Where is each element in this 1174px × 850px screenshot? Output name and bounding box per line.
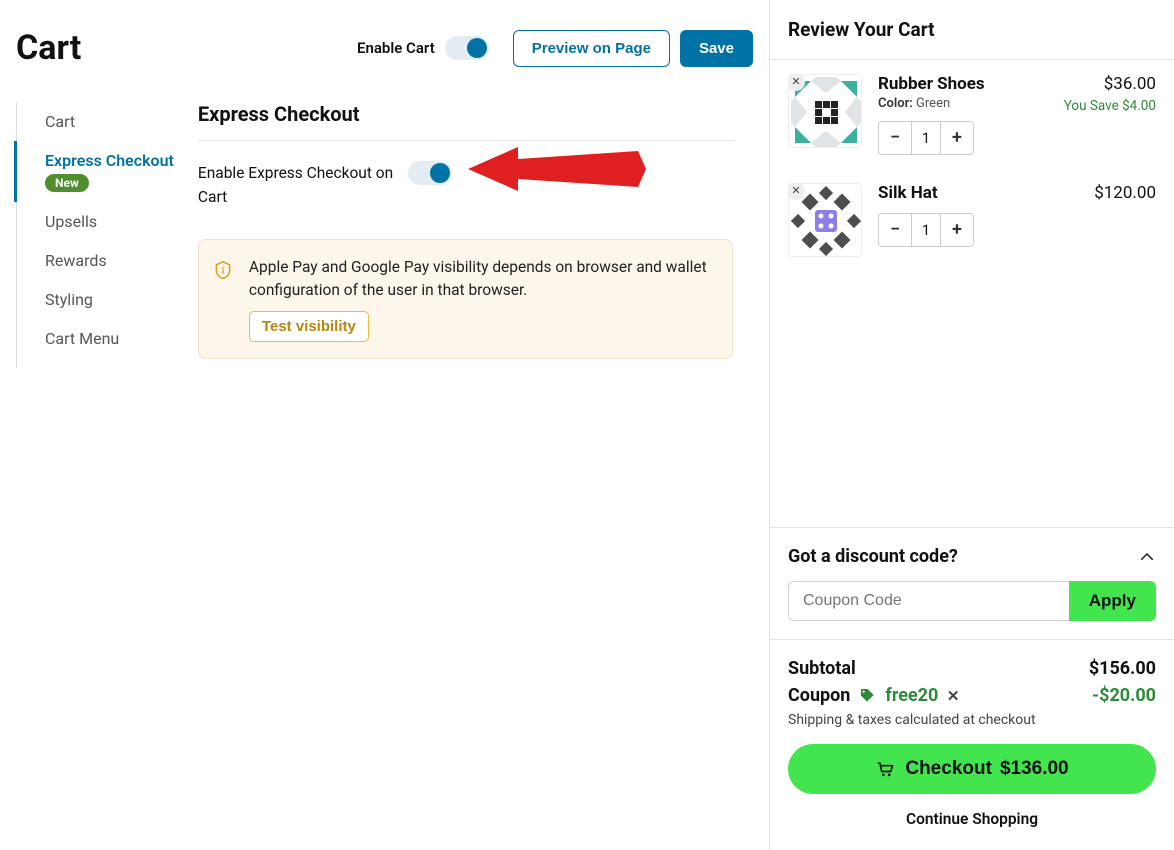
enable-express-checkout-toggle[interactable]	[408, 161, 452, 185]
apply-coupon-button[interactable]: Apply	[1069, 581, 1156, 621]
review-cart-title: Review Your Cart	[770, 0, 1174, 60]
item-thumbnail: ✕	[788, 183, 862, 257]
cart-icon	[875, 759, 895, 779]
quantity-control: − 1 +	[878, 121, 974, 155]
page-title: Cart	[16, 28, 357, 68]
tag-icon	[859, 687, 875, 703]
shipping-note: Shipping & taxes calculated at checkout	[788, 712, 1156, 728]
item-price: $36.00	[1056, 74, 1156, 94]
quantity-increase-button[interactable]: +	[941, 122, 973, 154]
sidebar-item-styling[interactable]: Styling	[14, 280, 174, 319]
visibility-callout: Apple Pay and Google Pay visibility depe…	[198, 239, 733, 359]
test-visibility-button[interactable]: Test visibility	[249, 311, 369, 342]
coupon-discount-value: -$20.00	[1092, 685, 1156, 706]
quantity-increase-button[interactable]: +	[941, 214, 973, 246]
item-meta: Color: Green	[878, 96, 1056, 111]
section-title: Express Checkout	[198, 102, 733, 141]
subtotal-value: $156.00	[1089, 658, 1156, 679]
quantity-decrease-button[interactable]: −	[879, 214, 911, 246]
sidebar-item-express-checkout[interactable]: Express Checkout New	[14, 141, 174, 202]
coupon-code-input[interactable]	[788, 581, 1069, 621]
callout-message: Apple Pay and Google Pay visibility depe…	[249, 256, 716, 301]
shield-icon	[213, 260, 233, 280]
sidebar-item-rewards[interactable]: Rewards	[14, 241, 174, 280]
checkout-button[interactable]: Checkout $136.00	[788, 744, 1156, 794]
item-thumbnail: ✕	[788, 74, 862, 148]
annotation-arrow-icon	[468, 141, 648, 205]
checkout-total: $136.00	[1000, 758, 1069, 780]
item-price: $120.00	[1056, 183, 1156, 203]
subtotal-label: Subtotal	[788, 658, 1089, 679]
sidebar-item-cart[interactable]: Cart	[14, 102, 174, 141]
item-name: Silk Hat	[878, 183, 1056, 203]
enable-cart-label: Enable Cart	[357, 39, 435, 57]
toggle-knob-icon	[430, 163, 450, 183]
cart-item: ✕	[788, 60, 1156, 169]
enable-cart-toggle[interactable]	[445, 36, 489, 60]
quantity-value: 1	[911, 122, 941, 154]
preview-on-page-button[interactable]: Preview on Page	[513, 30, 670, 67]
continue-shopping-link[interactable]: Continue Shopping	[788, 794, 1156, 832]
sidebar-item-label: Express Checkout	[45, 151, 174, 170]
enable-express-checkout-label: Enable Express Checkout on Cart	[198, 161, 408, 209]
coupon-row-label: Coupon free20 ✕	[788, 685, 1092, 706]
item-name: Rubber Shoes	[878, 74, 1056, 94]
discount-accordion-header[interactable]: Got a discount code?	[770, 528, 1174, 581]
quantity-control: − 1 +	[878, 213, 974, 247]
new-badge: New	[45, 174, 89, 192]
sidebar-item-upsells[interactable]: Upsells	[14, 202, 174, 241]
cart-item: ✕	[788, 169, 1156, 271]
remove-coupon-button[interactable]: ✕	[947, 687, 960, 705]
chevron-up-icon	[1138, 548, 1156, 566]
toggle-knob-icon	[467, 38, 487, 58]
save-button[interactable]: Save	[680, 30, 753, 67]
applied-coupon-code: free20	[885, 685, 938, 706]
quantity-value: 1	[911, 214, 941, 246]
sidebar-item-cart-menu[interactable]: Cart Menu	[14, 319, 174, 358]
discount-title: Got a discount code?	[788, 546, 1138, 567]
checkout-label: Checkout	[905, 758, 992, 780]
quantity-decrease-button[interactable]: −	[879, 122, 911, 154]
item-savings: You Save $4.00	[1056, 98, 1156, 114]
